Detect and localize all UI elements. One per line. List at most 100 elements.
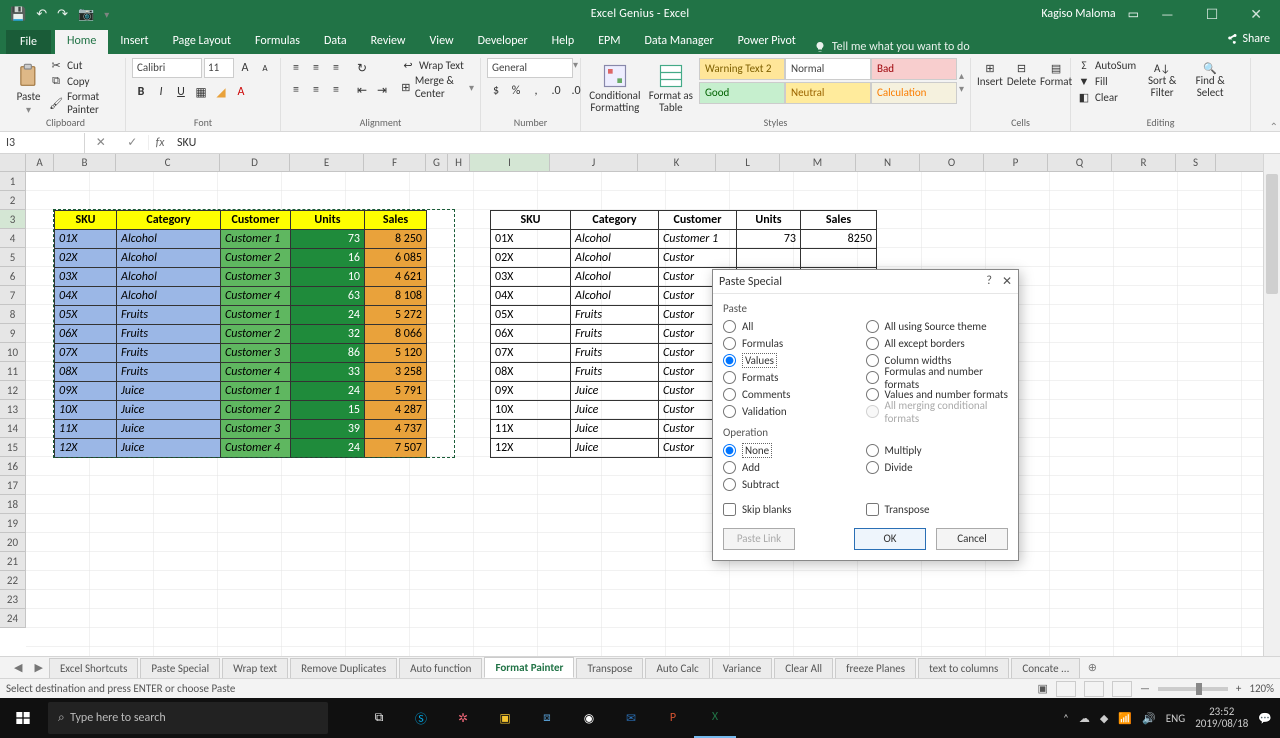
cancel-button[interactable]: Cancel <box>936 528 1008 550</box>
font-color-button[interactable]: A <box>232 82 250 102</box>
sheet-tab-text-to-columns[interactable]: text to columns <box>918 658 1009 678</box>
row-header-4[interactable]: 4 <box>0 229 25 248</box>
currency-button[interactable]: $ <box>487 81 505 101</box>
row-header-11[interactable]: 11 <box>0 362 25 381</box>
cell-style-good[interactable]: Good <box>699 82 785 104</box>
select-all-corner[interactable] <box>0 154 26 171</box>
comma-button[interactable]: , <box>527 81 545 101</box>
sheet-tab-transpose[interactable]: Transpose <box>576 658 643 678</box>
font-name-select[interactable]: Calibri <box>132 58 202 78</box>
paste-option-all[interactable]: All <box>723 318 866 335</box>
col-header-L[interactable]: L <box>716 154 780 171</box>
copy-button[interactable]: ⧉Copy <box>49 74 119 88</box>
tab-nav-next[interactable]: ▶ <box>28 661 48 674</box>
font-size-select[interactable]: 11 <box>204 58 234 78</box>
ribbon-tab-data[interactable]: Data <box>312 30 359 54</box>
sheet-tab-clear-all[interactable]: Clear All <box>774 658 833 678</box>
cell-style-normal[interactable]: Normal <box>785 58 871 80</box>
style-gallery-down[interactable]: ▾ <box>959 82 964 95</box>
row-header-13[interactable]: 13 <box>0 400 25 419</box>
row-header-17[interactable]: 17 <box>0 476 25 495</box>
op-option-none[interactable]: None <box>723 442 866 459</box>
cut-button[interactable]: ✂Cut <box>49 58 119 72</box>
view-normal[interactable] <box>1056 681 1076 697</box>
underline-button[interactable]: U <box>172 82 190 102</box>
indent-inc-button[interactable]: ⇥ <box>373 80 391 100</box>
fill-color-button[interactable]: ◢ <box>212 82 230 102</box>
sheet-tab-format-painter[interactable]: Format Painter <box>484 657 574 678</box>
maximize-button[interactable]: ☐ <box>1196 6 1229 23</box>
ribbon-tab-insert[interactable]: Insert <box>108 30 160 54</box>
insert-button[interactable]: ⊞Insert <box>977 58 1003 88</box>
ok-button[interactable]: OK <box>854 528 926 550</box>
skip-blanks-checkbox[interactable]: Skip blanks <box>723 503 866 516</box>
col-header-C[interactable]: C <box>116 154 220 171</box>
ribbon-collapse-icon[interactable]: ⌃ <box>1270 120 1278 133</box>
sheet-tab-excel-shortcuts[interactable]: Excel Shortcuts <box>49 658 138 678</box>
view-page-layout[interactable] <box>1084 681 1104 697</box>
col-header-E[interactable]: E <box>290 154 364 171</box>
col-header-J[interactable]: J <box>550 154 638 171</box>
formula-value[interactable]: SKU <box>171 136 196 150</box>
ribbon-tab-home[interactable]: Home <box>55 30 108 54</box>
notifications-icon[interactable]: 💬 <box>1258 712 1272 725</box>
fx-icon[interactable]: fx <box>149 136 171 150</box>
border-button[interactable]: ▦ <box>192 82 210 102</box>
op-option-add[interactable]: Add <box>723 459 866 476</box>
format-painter-button[interactable]: 🖌Format Painter <box>49 90 119 116</box>
th-units[interactable]: Units <box>737 211 801 230</box>
confirm-edit-icon[interactable]: ✓ <box>127 135 137 150</box>
wifi-icon[interactable]: 📶 <box>1118 712 1132 725</box>
row-header-18[interactable]: 18 <box>0 495 25 514</box>
col-header-B[interactable]: B <box>54 154 116 171</box>
row-header-7[interactable]: 7 <box>0 286 25 305</box>
ribbon-tab-data-manager[interactable]: Data Manager <box>633 30 726 54</box>
row-header-2[interactable]: 2 <box>0 191 25 210</box>
row-header-5[interactable]: 5 <box>0 248 25 267</box>
tell-me[interactable]: Tell me what you want to do <box>814 40 970 54</box>
col-header-D[interactable]: D <box>220 154 290 171</box>
dialog-help-icon[interactable]: ? <box>986 274 992 289</box>
row-header-3[interactable]: 3 <box>0 210 25 229</box>
outlook-icon[interactable]: ✉ <box>610 698 652 738</box>
excel-icon[interactable]: X <box>694 698 736 738</box>
bold-button[interactable]: B <box>132 82 150 102</box>
percent-button[interactable]: % <box>507 81 525 101</box>
format-button[interactable]: ▤Format <box>1040 58 1072 88</box>
style-gallery-up[interactable]: ▴ <box>959 69 964 82</box>
dialog-close-icon[interactable]: ✕ <box>1002 274 1012 289</box>
row-header-24[interactable]: 24 <box>0 609 25 628</box>
row-header-12[interactable]: 12 <box>0 381 25 400</box>
col-header-F[interactable]: F <box>364 154 426 171</box>
format-as-table-button[interactable]: Format as Table <box>647 58 695 114</box>
merge-center-button[interactable]: ⊞Merge & Center ▾ <box>401 74 474 100</box>
col-header-S[interactable]: S <box>1176 154 1216 171</box>
col-header-O[interactable]: O <box>920 154 984 171</box>
powerpoint-icon[interactable]: P <box>652 698 694 738</box>
th-sku[interactable]: SKU <box>491 211 571 230</box>
tab-nav-prev[interactable]: ◀ <box>8 661 28 674</box>
col-header-H[interactable]: H <box>448 154 470 171</box>
ribbon-tab-developer[interactable]: Developer <box>466 30 540 54</box>
col-header-M[interactable]: M <box>780 154 856 171</box>
sheet-tab-concate-[interactable]: Concate ... <box>1011 658 1080 678</box>
col-header-Q[interactable]: Q <box>1048 154 1112 171</box>
zoom-in[interactable]: + <box>1236 682 1241 695</box>
row-header-23[interactable]: 23 <box>0 590 25 609</box>
chrome-icon[interactable]: ◉ <box>568 698 610 738</box>
lang-indicator[interactable]: ENG <box>1166 712 1185 725</box>
taskbar-search[interactable]: ⌕ Type here to search <box>48 702 328 734</box>
file-explorer-icon[interactable]: ▣ <box>484 698 526 738</box>
op-option-divide[interactable]: Divide <box>866 459 1009 476</box>
ribbon-tab-file[interactable]: File <box>6 30 51 54</box>
rec-macro-icon[interactable]: ▣ <box>1038 682 1048 695</box>
indent-dec-button[interactable]: ⇤ <box>353 80 371 100</box>
row-header-19[interactable]: 19 <box>0 514 25 533</box>
col-header-I[interactable]: I <box>470 154 550 171</box>
row-header-20[interactable]: 20 <box>0 533 25 552</box>
th-customer[interactable]: Customer <box>221 211 291 230</box>
cell-style-calc[interactable]: Calculation <box>871 82 957 104</box>
th-customer[interactable]: Customer <box>659 211 737 230</box>
ribbon-options-icon[interactable]: ▭ <box>1128 7 1139 22</box>
zoom-out[interactable]: — <box>1140 682 1150 695</box>
